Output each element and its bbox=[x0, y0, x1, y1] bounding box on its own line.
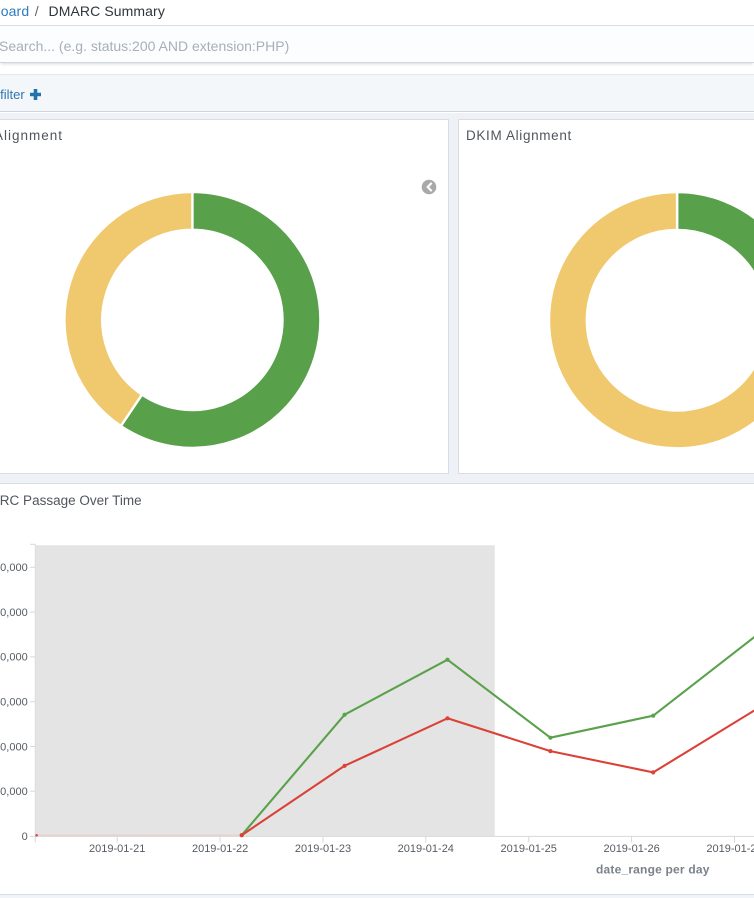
svg-text:60,000: 60,000 bbox=[0, 697, 28, 709]
svg-text:2019-01-23: 2019-01-23 bbox=[295, 843, 351, 855]
svg-text:40,000: 40,000 bbox=[0, 741, 28, 753]
svg-text:0: 0 bbox=[22, 831, 28, 843]
svg-text:date_range per day: date_range per day bbox=[596, 863, 710, 877]
svg-text:80,000: 80,000 bbox=[0, 652, 28, 664]
svg-text:2019-01-22: 2019-01-22 bbox=[192, 843, 248, 855]
svg-text:2019-01-25: 2019-01-25 bbox=[501, 843, 557, 855]
svg-text:2019-01-21: 2019-01-21 bbox=[89, 843, 145, 855]
svg-text:20,000: 20,000 bbox=[0, 786, 28, 798]
svg-text:120,000: 120,000 bbox=[0, 562, 28, 574]
svg-text:2019-01-27: 2019-01-27 bbox=[706, 843, 754, 855]
svg-text:2019-01-26: 2019-01-26 bbox=[603, 843, 659, 855]
svg-text:2019-01-24: 2019-01-24 bbox=[398, 843, 454, 855]
svg-text:100,000: 100,000 bbox=[0, 607, 28, 619]
